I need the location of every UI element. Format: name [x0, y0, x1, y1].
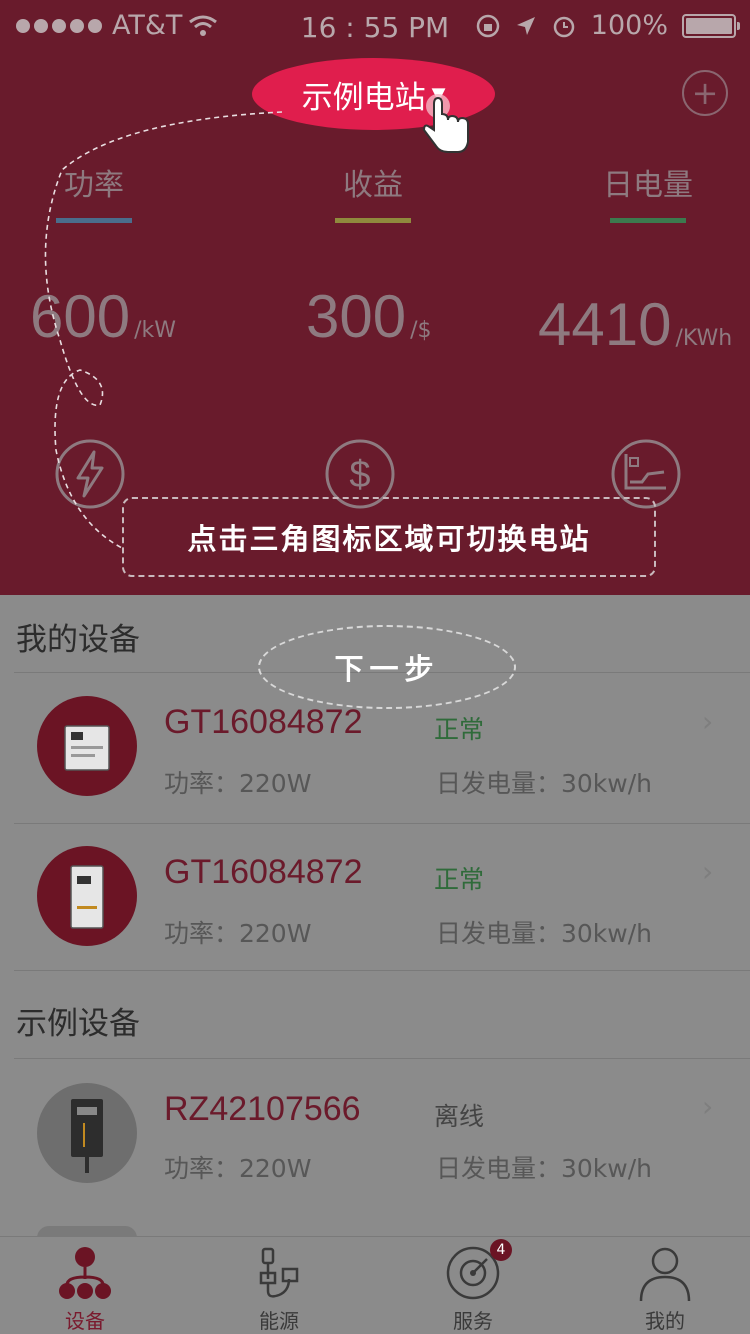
device-status: 离线 [434, 1102, 485, 1131]
tab-underline [56, 218, 132, 223]
chevron-right-icon: › [702, 855, 714, 888]
metric-unit: /$ [410, 318, 432, 343]
svg-text:$: $ [349, 454, 370, 496]
tab-power-label: 功率 [64, 168, 124, 203]
tab-daily-energy[interactable]: 日电量 [568, 160, 728, 223]
tab-underline [610, 218, 686, 223]
device-avatar [37, 696, 137, 796]
device-avatar [37, 1083, 137, 1183]
divider [14, 970, 750, 971]
device-row[interactable]: GT16084872 正常 功率：220W 日发电量：30kw/h › [0, 673, 750, 823]
device-power: 功率：220W [164, 919, 312, 948]
metric-power: 600/kW [30, 282, 176, 351]
device-energy: 日发电量：30kw/h [436, 769, 653, 798]
metric-value: 4410 [538, 291, 672, 358]
tab-underline [335, 218, 411, 223]
add-station-button[interactable]: + [682, 70, 728, 116]
rotation-lock-icon [476, 14, 500, 37]
tab-label: 我的 [645, 1309, 685, 1333]
device-row[interactable]: GT16084872 正常 功率：220W 日发电量：30kw/h › [0, 823, 750, 973]
notification-badge: 4 [490, 1239, 512, 1261]
guide-tip: 点击三角图标区域可切换电站 [122, 497, 656, 577]
tab-energy[interactable]: 能源 [214, 1237, 344, 1334]
battery-percent: 100% [590, 10, 668, 41]
chevron-right-icon: › [702, 705, 714, 738]
device-power: 功率：220W [164, 1154, 312, 1183]
device-tree-icon [59, 1247, 111, 1299]
device-id: GT16084872 [164, 703, 363, 741]
user-icon [639, 1247, 691, 1302]
lightning-icon [55, 439, 125, 509]
tab-label: 设备 [65, 1309, 105, 1333]
energy-plug-icon [259, 1247, 299, 1298]
tab-label: 能源 [259, 1309, 299, 1333]
alarm-icon [553, 16, 575, 37]
device-avatar [37, 846, 137, 946]
tab-daily-energy-label: 日电量 [603, 168, 693, 203]
tab-me[interactable]: 我的 [600, 1237, 730, 1334]
location-icon [516, 16, 535, 35]
station-name: 示例电站 [301, 79, 426, 116]
tab-label: 服务 [453, 1309, 493, 1333]
device-row[interactable]: RZ42107566 离线 功率：220W 日发电量：30kw/h › [0, 1060, 750, 1210]
device-id: GT16084872 [164, 853, 363, 891]
metric-value: 600 [30, 283, 131, 350]
tab-income[interactable]: 收益 [293, 160, 453, 223]
tap-hand-icon [422, 94, 469, 153]
tab-devices[interactable]: 设备 [20, 1237, 150, 1334]
metric-unit: /KWh [675, 326, 733, 351]
device-energy: 日发电量：30kw/h [436, 1154, 653, 1183]
status-bar: AT&T 16 : 55 PM 100% [0, 0, 750, 56]
metric-energy: 4410/KWh [538, 290, 732, 359]
device-id: RZ42107566 [164, 1090, 361, 1128]
device-energy: 日发电量：30kw/h [436, 919, 653, 948]
device-power: 功率：220W [164, 769, 312, 798]
metric-value: 300 [306, 283, 407, 350]
tab-service[interactable]: 4 服务 [408, 1237, 538, 1334]
chevron-right-icon: › [702, 1090, 714, 1123]
metric-income: 300/$ [306, 282, 432, 351]
battery-icon [682, 13, 740, 38]
section-my-devices: 我的设备 [16, 622, 140, 658]
divider [14, 1058, 750, 1059]
overview-panel: AT&T 16 : 55 PM 100% 示例电站 ▼ + 功率 收益 日电量 … [0, 0, 750, 595]
metric-unit: /kW [134, 318, 177, 343]
device-status: 正常 [434, 715, 485, 744]
bottom-tab-bar: 设备 能源 4 服务 我的 [0, 1236, 750, 1334]
section-sample-devices: 示例设备 [16, 1006, 140, 1042]
tab-power[interactable]: 功率 [14, 160, 174, 223]
tab-income-label: 收益 [343, 168, 403, 203]
device-status: 正常 [434, 865, 485, 894]
